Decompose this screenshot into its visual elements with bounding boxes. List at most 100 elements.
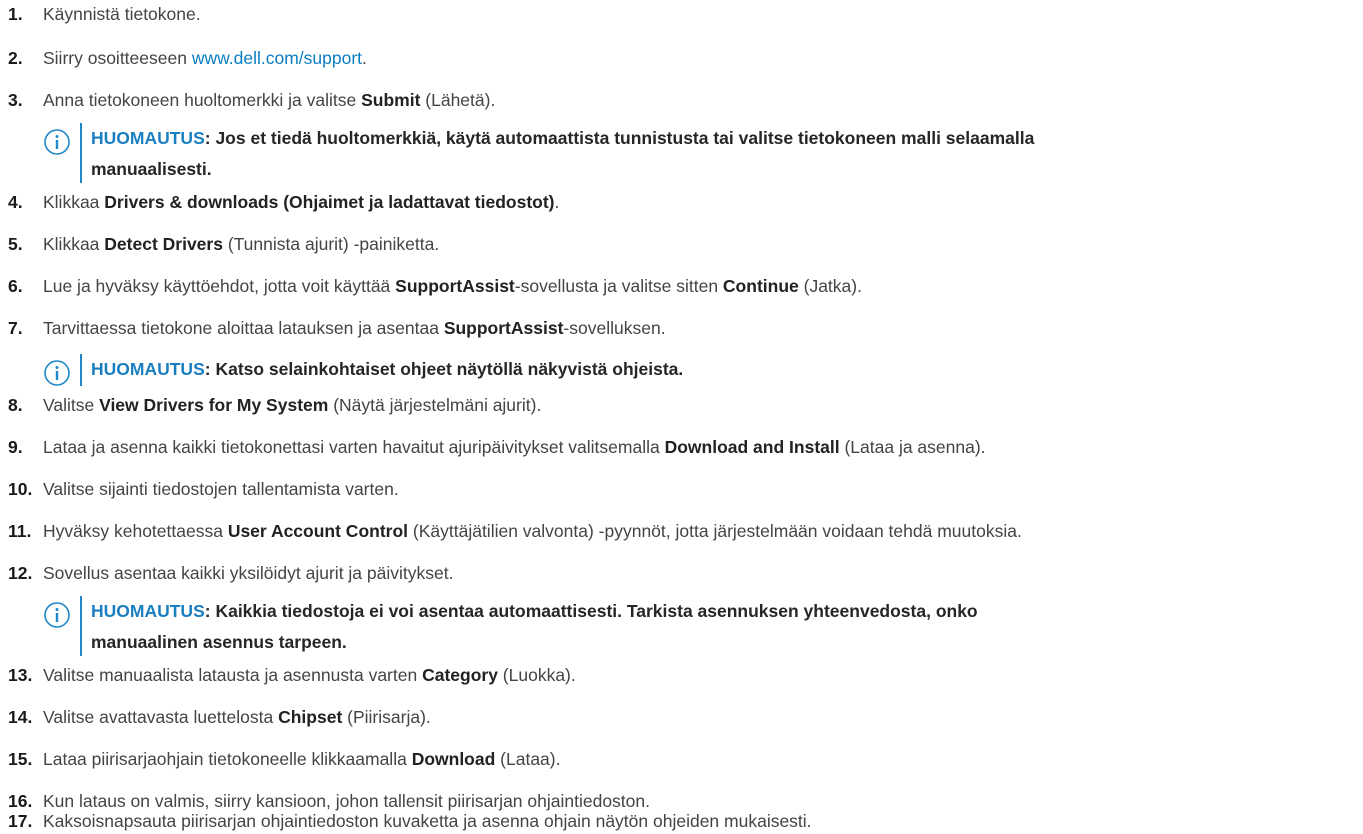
step-text: Valitse avattavasta luettelosta Chipset … [43,704,431,730]
info-icon [44,360,70,386]
step-10: 10. Valitse sijainti tiedostojen tallenta… [0,476,1363,502]
note-box: HUOMAUTUS: Jos et tiedä huoltomerkkiä, k… [43,123,1359,183]
step-text-part: Käynnistä tietokone. [43,4,201,24]
step-6: 6. Lue ja hyväksy käyttöehdot, jotta voit… [0,273,1363,299]
step-text-part: (Tunnista ajurit) -painiketta. [222,234,440,254]
step-number: 9. [8,437,23,457]
step-7: 7. Tarvittaessa tietokone aloittaa latauk… [0,315,1363,341]
note-colon: : [204,359,216,379]
step-text-part: (Lataa ja asenna). [839,437,986,457]
step-15: 15. Lataa piirisarjaohjain tietokoneelle … [0,746,1363,772]
note-line: manuaalisesti. [91,159,212,179]
ui-term: User Account Control [227,521,409,541]
step-text-part: Kaksoisnapsauta piirisarjan ohjaintiedos… [43,811,812,831]
step-number: 7. [8,318,23,338]
step-text-part: Siirry osoitteeseen [43,48,192,68]
note-line: Kaikkia tiedostoja ei voi asentaa automa… [215,601,978,621]
step-text-part: Hyväksy kehotettaessa [43,521,228,541]
note-text: HUOMAUTUS: Jos et tiedä huoltomerkkiä, k… [91,123,1359,185]
step-13: 13. Valitse manuaalista latausta ja asenn… [0,662,1363,688]
step-text-part: (Luokka). [497,665,576,685]
info-icon [44,602,70,628]
step-17: 17. Kaksoisnapsauta piirisarjan ohjaintie… [0,808,1363,834]
step-number: 2. [8,48,23,68]
step-number: 3. [8,90,23,110]
step-number: 17. [8,811,33,831]
note-label: HUOMAUTUS [91,359,205,379]
ui-term: Drivers & downloads (Ohjaimet ja ladatta… [104,192,555,212]
note-text: HUOMAUTUS: Katso selainkohtaiset ohjeet … [91,354,1359,385]
step-text: Sovellus asentaa kaikki yksilöidyt ajuri… [43,560,453,586]
step-text-part: Valitse sijainti tiedostojen tallentamis… [43,479,399,499]
step-text: Käynnistä tietokone. [43,1,201,27]
ui-term: Category [422,665,498,685]
step-text: Klikkaa Detect Drivers (Tunnista ajurit)… [43,231,439,257]
note-line: Katso selainkohtaiset ohjeet näytöllä nä… [215,359,684,379]
note-line: Jos et tiedä huoltomerkkiä, käytä automa… [215,128,1035,148]
step-text-part: -sovelluksen. [563,318,666,338]
step-8: 8. Valitse View Drivers for My System (Nä… [0,392,1363,418]
step-text-part: Valitse avattavasta luettelosta [43,707,279,727]
note-divider [80,123,82,183]
note-box: HUOMAUTUS: Kaikkia tiedostoja ei voi ase… [43,596,1359,656]
step-12: 12. Sovellus asentaa kaikki yksilöidyt aj… [0,560,1363,586]
step-number: 15. [8,749,33,769]
note-divider [80,354,82,386]
support-link[interactable]: www.dell.com/support [192,48,362,68]
step-text-part: Lue ja hyväksy käyttöehdot, jotta voit k… [43,276,396,296]
step-5: 5. Klikkaa Detect Drivers (Tunnista ajuri… [0,231,1363,257]
note-colon: : [204,128,216,148]
step-number: 10. [8,479,33,499]
step-text-part: Anna tietokoneen huoltomerkki ja valitse [43,90,362,110]
step-text-part: . [554,192,560,212]
step-text-part: -sovellusta ja valitse sitten [514,276,723,296]
note-label: HUOMAUTUS [91,601,205,621]
step-1: 1. Käynnistä tietokone. [0,1,1363,27]
step-text-part: (Käyttäjätilien valvonta) -pyynnöt, jott… [408,521,1022,541]
step-11: 11. Hyväksy kehotettaessa User Account Co… [0,518,1363,544]
step-number: 13. [8,665,33,685]
step-text: Klikkaa Drivers & downloads (Ohjaimet ja… [43,189,559,215]
step-text-part: Lataa piirisarjaohjain tietokoneelle kli… [43,749,412,769]
step-text-part: (Näytä järjestelmäni ajurit). [328,395,542,415]
step-text-part: Klikkaa [43,192,105,212]
ui-term: Chipset [278,707,343,727]
note-text: HUOMAUTUS: Kaikkia tiedostoja ei voi ase… [91,596,1359,658]
step-number: 14. [8,707,33,727]
step-text-part: (Piirisarja). [342,707,431,727]
step-text: Valitse sijainti tiedostojen tallentamis… [43,476,399,502]
ui-term: Download [411,749,496,769]
step-9: 9. Lataa ja asenna kaikki tietokonettasi … [0,434,1363,460]
info-icon [44,129,70,155]
note-line: manuaalinen asennus tarpeen. [91,632,347,652]
step-text: Kaksoisnapsauta piirisarjan ohjaintiedos… [43,808,812,834]
step-text: Lataa piirisarjaohjain tietokoneelle kli… [43,746,560,772]
ui-term: Download and Install [664,437,840,457]
ui-term: Continue [722,276,799,296]
step-number: 12. [8,563,33,583]
step-text-part: (Jatka). [798,276,862,296]
note-divider [80,596,82,656]
step-3: 3. Anna tietokoneen huoltomerkki ja valit… [0,87,1363,113]
ui-term: Submit [361,90,421,110]
step-number: 5. [8,234,23,254]
step-text-part: Sovellus asentaa kaikki yksilöidyt ajuri… [43,563,454,583]
note-colon: : [204,601,216,621]
step-number: 4. [8,192,23,212]
ui-term: Detect Drivers [104,234,223,254]
step-number: 11. [8,521,32,541]
step-text: Anna tietokoneen huoltomerkki ja valitse… [43,87,495,113]
note-box: HUOMAUTUS: Katso selainkohtaiset ohjeet … [43,354,1359,386]
step-text-part: Valitse manuaalista latausta ja asennust… [43,665,423,685]
step-14: 14. Valitse avattavasta luettelosta Chips… [0,704,1363,730]
ui-term: SupportAssist [443,318,564,338]
step-text-part: (Lataa). [495,749,561,769]
step-text: Valitse manuaalista latausta ja asennust… [43,662,576,688]
step-text: Lataa ja asenna kaikki tietokonettasi va… [43,434,986,460]
step-text: Hyväksy kehotettaessa User Account Contr… [43,518,1022,544]
step-number: 6. [8,276,23,296]
step-text: Valitse View Drivers for My System (Näyt… [43,392,541,418]
note-label: HUOMAUTUS [91,128,205,148]
step-number: 1. [8,4,23,24]
step-text: Tarvittaessa tietokone aloittaa lataukse… [43,315,666,341]
